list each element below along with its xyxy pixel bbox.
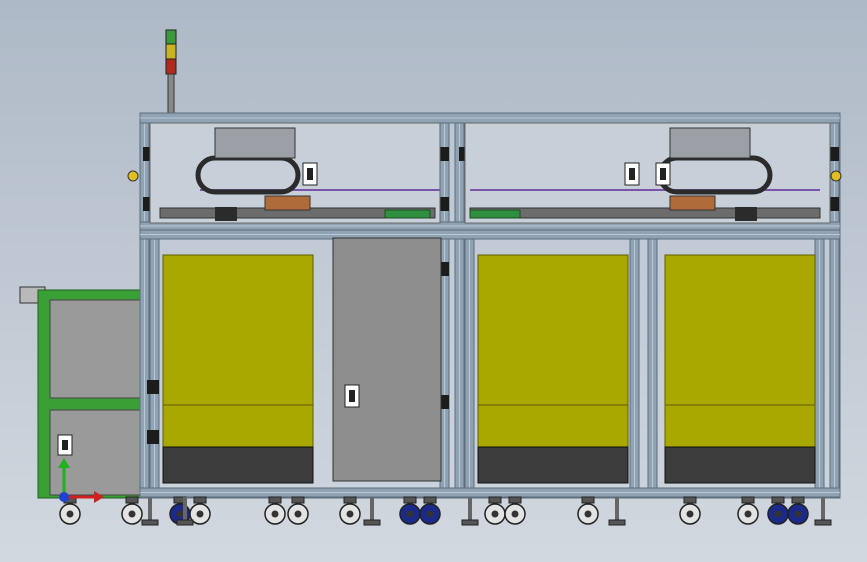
- motor-left: [215, 207, 237, 221]
- panel-base: [664, 446, 816, 484]
- carrier-right: [669, 195, 716, 211]
- signal-tower-icon: [165, 29, 177, 115]
- beacon-green: [165, 29, 177, 45]
- panel-base: [162, 446, 314, 484]
- leveling-foot: [821, 497, 825, 521]
- yellow-panel-lower: [477, 404, 629, 448]
- side-button: [127, 170, 139, 182]
- casters: [59, 496, 832, 526]
- leveling-foot: [183, 497, 187, 521]
- leveling-foot: [148, 497, 152, 521]
- conveyor-rail-right: [469, 207, 821, 219]
- side-upper-panel: [49, 299, 141, 399]
- yellow-panel-lower: [664, 404, 816, 448]
- beacon-red: [165, 58, 177, 75]
- side-button: [830, 170, 842, 182]
- corner-bracket: [147, 430, 159, 444]
- yellow-panel-upper: [477, 254, 629, 406]
- side-cabinet: [19, 286, 151, 499]
- leveling-foot: [468, 497, 472, 521]
- machine-assembly-drawing: [19, 29, 842, 526]
- leveling-foot: [370, 497, 374, 521]
- panel-base: [477, 446, 629, 484]
- gantry-left: [214, 127, 296, 159]
- beacon-pole: [167, 73, 175, 115]
- yellow-panel-upper: [664, 254, 816, 406]
- motor-right: [735, 207, 757, 221]
- lower-cabinets: [162, 237, 816, 484]
- grey-door: [332, 237, 442, 482]
- leveling-foot: [615, 497, 619, 521]
- yellow-panel-upper: [162, 254, 314, 406]
- gantry-right: [669, 127, 751, 159]
- carrier-left: [264, 195, 311, 211]
- pcb-tray: [469, 209, 521, 219]
- yellow-panel-lower: [162, 404, 314, 448]
- upper-bay: [149, 122, 831, 224]
- cad-viewport[interactable]: [0, 0, 867, 562]
- pcb-tray: [384, 209, 431, 219]
- corner-bracket: [147, 380, 159, 394]
- beacon-yellow: [165, 43, 177, 60]
